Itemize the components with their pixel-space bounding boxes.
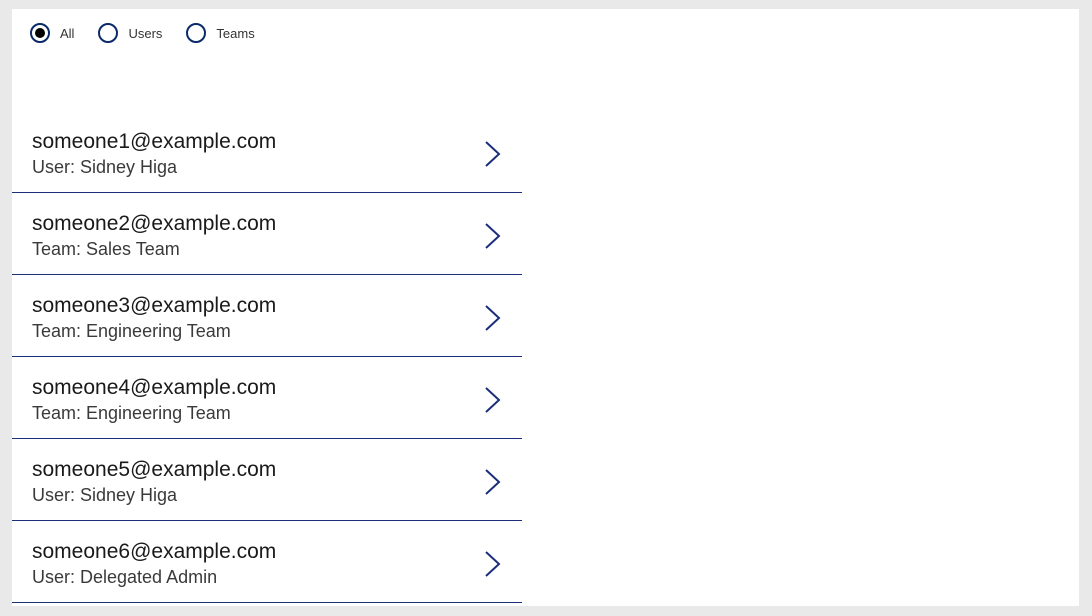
list-item-subtitle: Team: Engineering Team [32,321,482,342]
radio-icon [30,23,50,43]
chevron-right-icon [482,221,504,251]
chevron-right-icon [482,139,504,169]
chevron-right-icon [482,385,504,415]
filter-label: Teams [216,26,254,41]
filter-radio-teams[interactable]: Teams [186,23,254,43]
chevron-right-icon [482,549,504,579]
list-item[interactable]: someone6@example.com User: Delegated Adm… [12,521,522,603]
radio-icon [98,23,118,43]
list-item-subtitle: User: Delegated Admin [32,567,482,588]
radio-icon [186,23,206,43]
list-item-text: someone6@example.com User: Delegated Adm… [32,539,482,588]
list-item[interactable]: someone7@example.com User: Sidney Higa [12,603,522,605]
app-frame: All Users Teams someone1@example.com Use… [12,9,1079,606]
list-item-text: someone2@example.com Team: Sales Team [32,211,482,260]
list-item-email: someone3@example.com [32,293,482,319]
chevron-right-icon [482,303,504,333]
list-item-subtitle: Team: Sales Team [32,239,482,260]
list-item-text: someone3@example.com Team: Engineering T… [32,293,482,342]
list-item-text: someone1@example.com User: Sidney Higa [32,129,482,178]
chevron-right-icon [482,467,504,497]
list-item[interactable]: someone4@example.com Team: Engineering T… [12,357,522,439]
list-item[interactable]: someone5@example.com User: Sidney Higa [12,439,522,521]
list-item[interactable]: someone3@example.com Team: Engineering T… [12,275,522,357]
list-item-email: someone2@example.com [32,211,482,237]
list-item-text: someone5@example.com User: Sidney Higa [32,457,482,506]
list-item-email: someone1@example.com [32,129,482,155]
results-list[interactable]: someone1@example.com User: Sidney Higa s… [12,111,522,605]
filter-row: All Users Teams [30,23,255,43]
filter-label: All [60,26,74,41]
list-item-text: someone4@example.com Team: Engineering T… [32,375,482,424]
list-item-subtitle: User: Sidney Higa [32,157,482,178]
list-item[interactable]: someone2@example.com Team: Sales Team [12,193,522,275]
list-item-email: someone6@example.com [32,539,482,565]
list-item-email: someone4@example.com [32,375,482,401]
filter-radio-all[interactable]: All [30,23,74,43]
filter-label: Users [128,26,162,41]
list-item-subtitle: User: Sidney Higa [32,485,482,506]
list-item[interactable]: someone1@example.com User: Sidney Higa [12,111,522,193]
filter-radio-users[interactable]: Users [98,23,162,43]
list-item-email: someone5@example.com [32,457,482,483]
list-item-subtitle: Team: Engineering Team [32,403,482,424]
